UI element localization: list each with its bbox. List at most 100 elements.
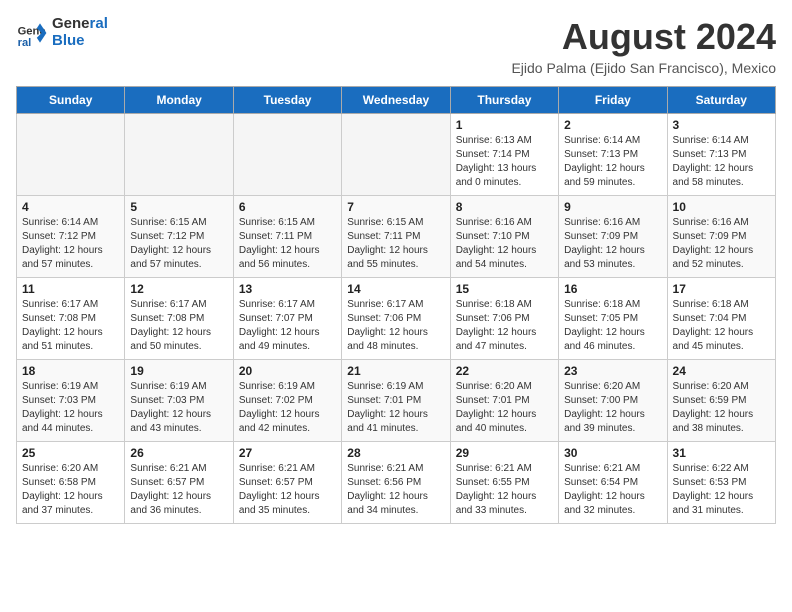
calendar-cell: 14Sunrise: 6:17 AMSunset: 7:06 PMDayligh… (342, 278, 450, 360)
day-number: 23 (564, 364, 661, 378)
logo-text-line2: Blue (52, 33, 108, 50)
calendar-day-header: Sunday (17, 87, 125, 114)
day-info: Sunrise: 6:21 AMSunset: 6:56 PMDaylight:… (347, 462, 444, 518)
calendar-cell: 4Sunrise: 6:14 AMSunset: 7:12 PMDaylight… (17, 196, 125, 278)
calendar-day-header: Monday (125, 87, 233, 114)
day-number: 20 (239, 364, 336, 378)
page-header: Gene ral General Blue August 2024 Ejido … (16, 16, 776, 76)
calendar-header-row: SundayMondayTuesdayWednesdayThursdayFrid… (17, 87, 776, 114)
calendar-day-header: Thursday (450, 87, 558, 114)
calendar-cell: 10 Sunrise: 6:16 AMSunset: 7:09 PMDayligh… (667, 196, 775, 278)
calendar-cell (342, 114, 450, 196)
day-info: Sunrise: 6:16 AMSunset: 7:09 PMDaylight:… (673, 216, 770, 272)
day-number: 21 (347, 364, 444, 378)
calendar-cell: 28 Sunrise: 6:21 AMSunset: 6:56 PMDayligh… (342, 442, 450, 524)
calendar-cell: 24Sunrise: 6:20 AMSunset: 6:59 PMDayligh… (667, 360, 775, 442)
day-number: 30 (564, 446, 661, 460)
calendar-cell: 21 Sunrise: 6:19 AMSunset: 7:01 PMDayligh… (342, 360, 450, 442)
calendar-cell: 22 Sunrise: 6:20 AMSunset: 7:01 PMDayligh… (450, 360, 558, 442)
calendar-day-header: Saturday (667, 87, 775, 114)
day-number: 7 (347, 200, 444, 214)
main-title: August 2024 (511, 16, 776, 58)
day-info: Sunrise: 6:21 AMSunset: 6:57 PMDaylight:… (239, 462, 336, 518)
calendar-cell: 6Sunrise: 6:15 AMSunset: 7:11 PMDaylight… (233, 196, 341, 278)
calendar-cell: 7 Sunrise: 6:15 AMSunset: 7:11 PMDaylight… (342, 196, 450, 278)
day-number: 17 (673, 282, 770, 296)
subtitle: Ejido Palma (Ejido San Francisco), Mexic… (511, 60, 776, 76)
day-number: 14 (347, 282, 444, 296)
calendar-cell: 17 Sunrise: 6:18 AMSunset: 7:04 PMDayligh… (667, 278, 775, 360)
calendar-week-row: 1 Sunrise: 6:13 AMSunset: 7:14 PMDaylight… (17, 114, 776, 196)
svg-text:ral: ral (18, 36, 32, 48)
day-info: Sunrise: 6:18 AMSunset: 7:04 PMDaylight:… (673, 298, 770, 354)
day-number: 8 (456, 200, 553, 214)
day-number: 19 (130, 364, 227, 378)
day-number: 31 (673, 446, 770, 460)
day-info: Sunrise: 6:16 AMSunset: 7:09 PMDaylight:… (564, 216, 661, 272)
calendar-cell: 12 Sunrise: 6:17 AMSunset: 7:08 PMDayligh… (125, 278, 233, 360)
calendar-day-header: Wednesday (342, 87, 450, 114)
calendar-cell: 15 Sunrise: 6:18 AMSunset: 7:06 PMDayligh… (450, 278, 558, 360)
day-info: Sunrise: 6:21 AMSunset: 6:55 PMDaylight:… (456, 462, 553, 518)
day-number: 16 (564, 282, 661, 296)
calendar-cell: 18Sunrise: 6:19 AMSunset: 7:03 PMDayligh… (17, 360, 125, 442)
calendar-week-row: 25 Sunrise: 6:20 AMSunset: 6:58 PMDayligh… (17, 442, 776, 524)
calendar-cell: 11Sunrise: 6:17 AMSunset: 7:08 PMDayligh… (17, 278, 125, 360)
day-number: 24 (673, 364, 770, 378)
day-info: Sunrise: 6:20 AMSunset: 6:58 PMDaylight:… (22, 462, 119, 518)
day-number: 13 (239, 282, 336, 296)
day-info: Sunrise: 6:15 AMSunset: 7:11 PMDaylight:… (347, 216, 444, 272)
day-number: 26 (130, 446, 227, 460)
day-number: 12 (130, 282, 227, 296)
day-info: Sunrise: 6:17 AMSunset: 7:08 PMDaylight:… (130, 298, 227, 354)
logo-icon: Gene ral (16, 17, 48, 49)
calendar-cell: 1 Sunrise: 6:13 AMSunset: 7:14 PMDaylight… (450, 114, 558, 196)
day-info: Sunrise: 6:18 AMSunset: 7:06 PMDaylight:… (456, 298, 553, 354)
calendar-cell: 27Sunrise: 6:21 AMSunset: 6:57 PMDayligh… (233, 442, 341, 524)
calendar-cell: 20 Sunrise: 6:19 AMSunset: 7:02 PMDayligh… (233, 360, 341, 442)
calendar-cell (17, 114, 125, 196)
day-info: Sunrise: 6:14 AMSunset: 7:13 PMDaylight:… (673, 134, 770, 190)
logo: Gene ral General Blue (16, 16, 108, 49)
day-info: Sunrise: 6:19 AMSunset: 7:03 PMDaylight:… (22, 380, 119, 436)
day-number: 25 (22, 446, 119, 460)
calendar-cell: 30 Sunrise: 6:21 AMSunset: 6:54 PMDayligh… (559, 442, 667, 524)
day-number: 6 (239, 200, 336, 214)
day-number: 3 (673, 118, 770, 132)
day-number: 15 (456, 282, 553, 296)
calendar-cell: 16 Sunrise: 6:18 AMSunset: 7:05 PMDayligh… (559, 278, 667, 360)
calendar-table: SundayMondayTuesdayWednesdayThursdayFrid… (16, 86, 776, 524)
day-info: Sunrise: 6:13 AMSunset: 7:14 PMDaylight:… (456, 134, 553, 190)
day-number: 1 (456, 118, 553, 132)
day-number: 29 (456, 446, 553, 460)
day-info: Sunrise: 6:19 AMSunset: 7:01 PMDaylight:… (347, 380, 444, 436)
calendar-cell: 26Sunrise: 6:21 AMSunset: 6:57 PMDayligh… (125, 442, 233, 524)
day-info: Sunrise: 6:20 AMSunset: 7:01 PMDaylight:… (456, 380, 553, 436)
calendar-cell: 29 Sunrise: 6:21 AMSunset: 6:55 PMDayligh… (450, 442, 558, 524)
day-number: 11 (22, 282, 119, 296)
day-number: 5 (130, 200, 227, 214)
calendar-cell: 31 Sunrise: 6:22 AMSunset: 6:53 PMDayligh… (667, 442, 775, 524)
day-info: Sunrise: 6:19 AMSunset: 7:03 PMDaylight:… (130, 380, 227, 436)
day-number: 10 (673, 200, 770, 214)
day-number: 2 (564, 118, 661, 132)
calendar-cell (125, 114, 233, 196)
calendar-cell (233, 114, 341, 196)
day-info: Sunrise: 6:21 AMSunset: 6:54 PMDaylight:… (564, 462, 661, 518)
calendar-cell: 3 Sunrise: 6:14 AMSunset: 7:13 PMDaylight… (667, 114, 775, 196)
title-block: August 2024 Ejido Palma (Ejido San Franc… (511, 16, 776, 76)
calendar-week-row: 4Sunrise: 6:14 AMSunset: 7:12 PMDaylight… (17, 196, 776, 278)
calendar-week-row: 11 Sunrise: 6:17 AMSunset: 7:08 PMDayligh… (17, 278, 776, 360)
day-number: 22 (456, 364, 553, 378)
day-info: Sunrise: 6:19 AMSunset: 7:02 PMDaylight:… (239, 380, 336, 436)
calendar-cell: 19 Sunrise: 6:19 AMSunset: 7:03 PMDayligh… (125, 360, 233, 442)
day-info: Sunrise: 6:22 AMSunset: 6:53 PMDaylight:… (673, 462, 770, 518)
day-number: 9 (564, 200, 661, 214)
calendar-cell: 9 Sunrise: 6:16 AMSunset: 7:09 PMDaylight… (559, 196, 667, 278)
day-info: Sunrise: 6:20 AMSunset: 7:00 PMDaylight:… (564, 380, 661, 436)
calendar-cell: 25 Sunrise: 6:20 AMSunset: 6:58 PMDayligh… (17, 442, 125, 524)
day-number: 28 (347, 446, 444, 460)
calendar-day-header: Tuesday (233, 87, 341, 114)
day-info: Sunrise: 6:18 AMSunset: 7:05 PMDaylight:… (564, 298, 661, 354)
day-number: 4 (22, 200, 119, 214)
